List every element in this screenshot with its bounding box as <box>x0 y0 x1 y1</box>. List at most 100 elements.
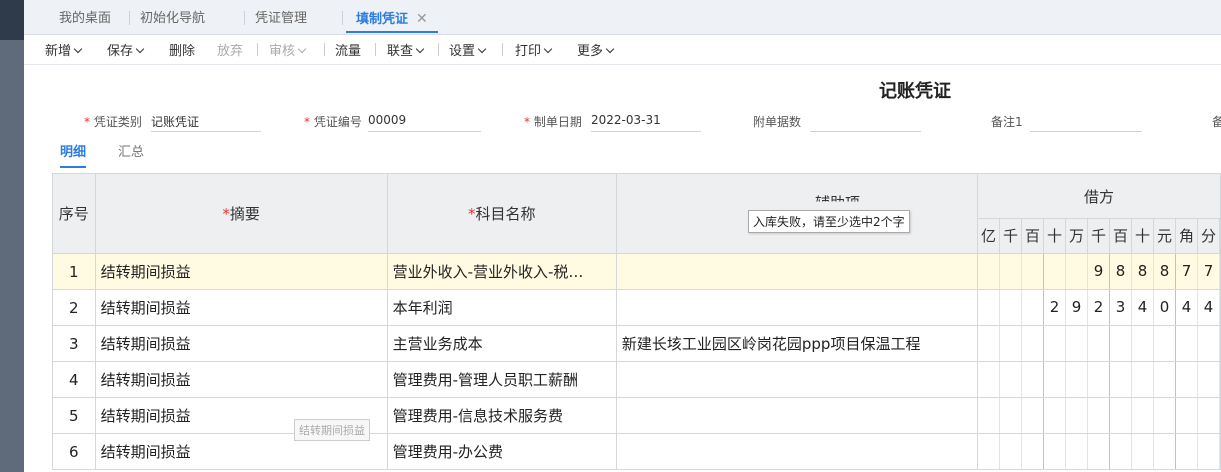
row-seq[interactable]: 3 <box>52 325 96 362</box>
debit-digit <box>978 326 1000 361</box>
row-debit-amount[interactable] <box>976 433 1221 470</box>
remark2-label: 备 <box>1212 115 1221 129</box>
row-aux[interactable] <box>615 361 978 398</box>
delete-button[interactable]: 删除 <box>169 40 195 59</box>
row-aux[interactable] <box>615 397 978 434</box>
row-account[interactable]: 管理费用-管理人员职工薪酬 <box>386 361 617 398</box>
settings-button[interactable]: 设置 <box>449 40 487 59</box>
voucher-type-field[interactable]: 记账凭证 <box>151 113 261 132</box>
row-account[interactable]: 本年利润 <box>386 289 617 326</box>
row-account[interactable]: 主营业务成本 <box>386 325 617 362</box>
tab-summary[interactable]: 汇总 <box>118 141 144 160</box>
debit-digit <box>1066 398 1088 433</box>
debit-digit <box>1198 434 1220 469</box>
debit-digit <box>1110 434 1132 469</box>
row-summary[interactable]: 结转期间损益 <box>94 361 388 398</box>
toolbar: 新增 保存 删除 放弃 审核 流量 联查 设置 打印 更多 <box>24 35 1221 65</box>
row-summary[interactable]: 结转期间损益 <box>94 289 388 326</box>
query-button[interactable]: 联查 <box>387 40 425 59</box>
row-summary[interactable]: 结转期间损益 <box>94 253 388 290</box>
debit-digit: 8 <box>1132 254 1154 289</box>
row-debit-amount[interactable]: 988877 <box>976 253 1221 290</box>
save-button[interactable]: 保存 <box>107 40 145 59</box>
debit-digit: 9 <box>1066 290 1088 325</box>
voucher-no-field[interactable]: 00009 <box>368 113 481 132</box>
row-debit-amount[interactable]: 29234044 <box>976 289 1221 326</box>
discard-button[interactable]: 放弃 <box>217 40 243 59</box>
debit-digit: 2 <box>1044 290 1066 325</box>
voucher-no-label: * 凭证编号 <box>304 113 362 130</box>
debit-digit <box>1132 398 1154 433</box>
debit-digit <box>1000 326 1022 361</box>
required-mark: * <box>222 205 230 223</box>
remark-field[interactable] <box>1030 113 1142 132</box>
date-label-text: 制单日期 <box>533 115 582 129</box>
voucher-table: 序号 *摘要 *科目名称 借方 亿千百十万千百十元角分 1 结转期间损益 营业外收入… <box>52 173 1221 470</box>
debit-unit-label: 亿 <box>978 219 1000 253</box>
row-debit-amount[interactable] <box>976 361 1221 398</box>
row-seq[interactable]: 1 <box>52 253 96 290</box>
attach-count-label: 附单据数 <box>753 115 802 129</box>
debit-digit <box>1154 398 1176 433</box>
row-seq[interactable]: 6 <box>52 433 96 470</box>
row-account[interactable]: 管理费用-办公费 <box>386 433 617 470</box>
debit-unit-label: 十 <box>1044 219 1066 253</box>
toolbar-divider <box>257 43 258 56</box>
tab-detail[interactable]: 明细 <box>60 141 87 168</box>
audit-button[interactable]: 审核 <box>269 40 307 59</box>
row-account[interactable]: 营业外收入-营业外收入-税… <box>386 253 617 290</box>
row-seq[interactable]: 5 <box>52 397 96 434</box>
debit-digit: 4 <box>1198 290 1220 325</box>
tab-divider <box>342 11 343 25</box>
table-row[interactable]: 6 结转期间损益 管理费用-办公费 <box>52 433 1221 470</box>
add-label: 新增 <box>45 44 72 59</box>
tab-voucher-mgmt[interactable]: 凭证管理 <box>255 0 307 34</box>
flow-button[interactable]: 流量 <box>335 40 361 59</box>
app-sidebar <box>0 0 24 472</box>
row-debit-amount[interactable] <box>976 397 1221 434</box>
debit-digit <box>1088 326 1110 361</box>
debit-digit <box>1044 398 1066 433</box>
voucher-no-label-text: 凭证编号 <box>313 115 362 129</box>
debit-digit: 9 <box>1088 254 1110 289</box>
date-field[interactable]: 2022-03-31 <box>591 113 701 132</box>
row-aux[interactable]: 新建长垓工业园区岭岗花园ppp项目保温工程 <box>615 325 978 362</box>
row-aux[interactable] <box>615 289 978 326</box>
debit-digit <box>1176 362 1198 397</box>
required-mark: * <box>304 115 314 129</box>
debit-digit <box>1198 398 1220 433</box>
col-account: *科目名称 <box>386 173 617 254</box>
table-row[interactable]: 1 结转期间损益 营业外收入-营业外收入-税… 9 8 8 8 7 7 <box>52 253 1221 290</box>
attach-count-field[interactable] <box>810 113 921 132</box>
debit-digit <box>1066 254 1088 289</box>
debit-digit: 4 <box>1132 290 1154 325</box>
required-mark: * <box>84 115 94 129</box>
table-row[interactable]: 2 结转期间损益 本年利润 2 9 2 3 4 0 4 4 <box>52 289 1221 326</box>
debit-digit <box>978 290 1000 325</box>
debit-digit <box>1154 362 1176 397</box>
row-aux[interactable] <box>615 253 978 290</box>
table-row[interactable]: 4 结转期间损益 管理费用-管理人员职工薪酬 <box>52 361 1221 398</box>
add-button[interactable]: 新增 <box>45 40 83 59</box>
col-account-label: 科目名称 <box>475 205 536 223</box>
table-row[interactable]: 3 结转期间损益 主营业务成本 新建长垓工业园区岭岗花园ppp项目保温工程 <box>52 325 1221 362</box>
tab-desk[interactable]: 我的桌面 <box>59 0 111 34</box>
row-aux[interactable] <box>615 433 978 470</box>
more-button[interactable]: 更多 <box>577 40 615 59</box>
row-seq[interactable]: 2 <box>52 289 96 326</box>
debit-unit-label: 千 <box>1000 219 1022 253</box>
table-row[interactable]: 5 结转期间损益 管理费用-信息技术服务费 <box>52 397 1221 434</box>
tab-fill-voucher[interactable]: 填制凭证 ✕ <box>346 0 438 33</box>
sidebar-top <box>0 0 24 40</box>
row-debit-amount[interactable] <box>976 325 1221 362</box>
chevron-down-icon <box>477 44 487 54</box>
row-summary[interactable]: 结转期间损益 <box>94 325 388 362</box>
debit-unit-label: 元 <box>1154 219 1176 253</box>
row-seq[interactable]: 4 <box>52 361 96 398</box>
close-icon[interactable]: ✕ <box>416 11 428 27</box>
tab-bar: 我的桌面 初始化导航 凭证管理 填制凭证 ✕ <box>24 0 1221 35</box>
tab-init-nav[interactable]: 初始化导航 <box>140 0 205 34</box>
print-button[interactable]: 打印 <box>515 40 553 59</box>
row-account[interactable]: 管理费用-信息技术服务费 <box>386 397 617 434</box>
debit-digit <box>1022 362 1044 397</box>
